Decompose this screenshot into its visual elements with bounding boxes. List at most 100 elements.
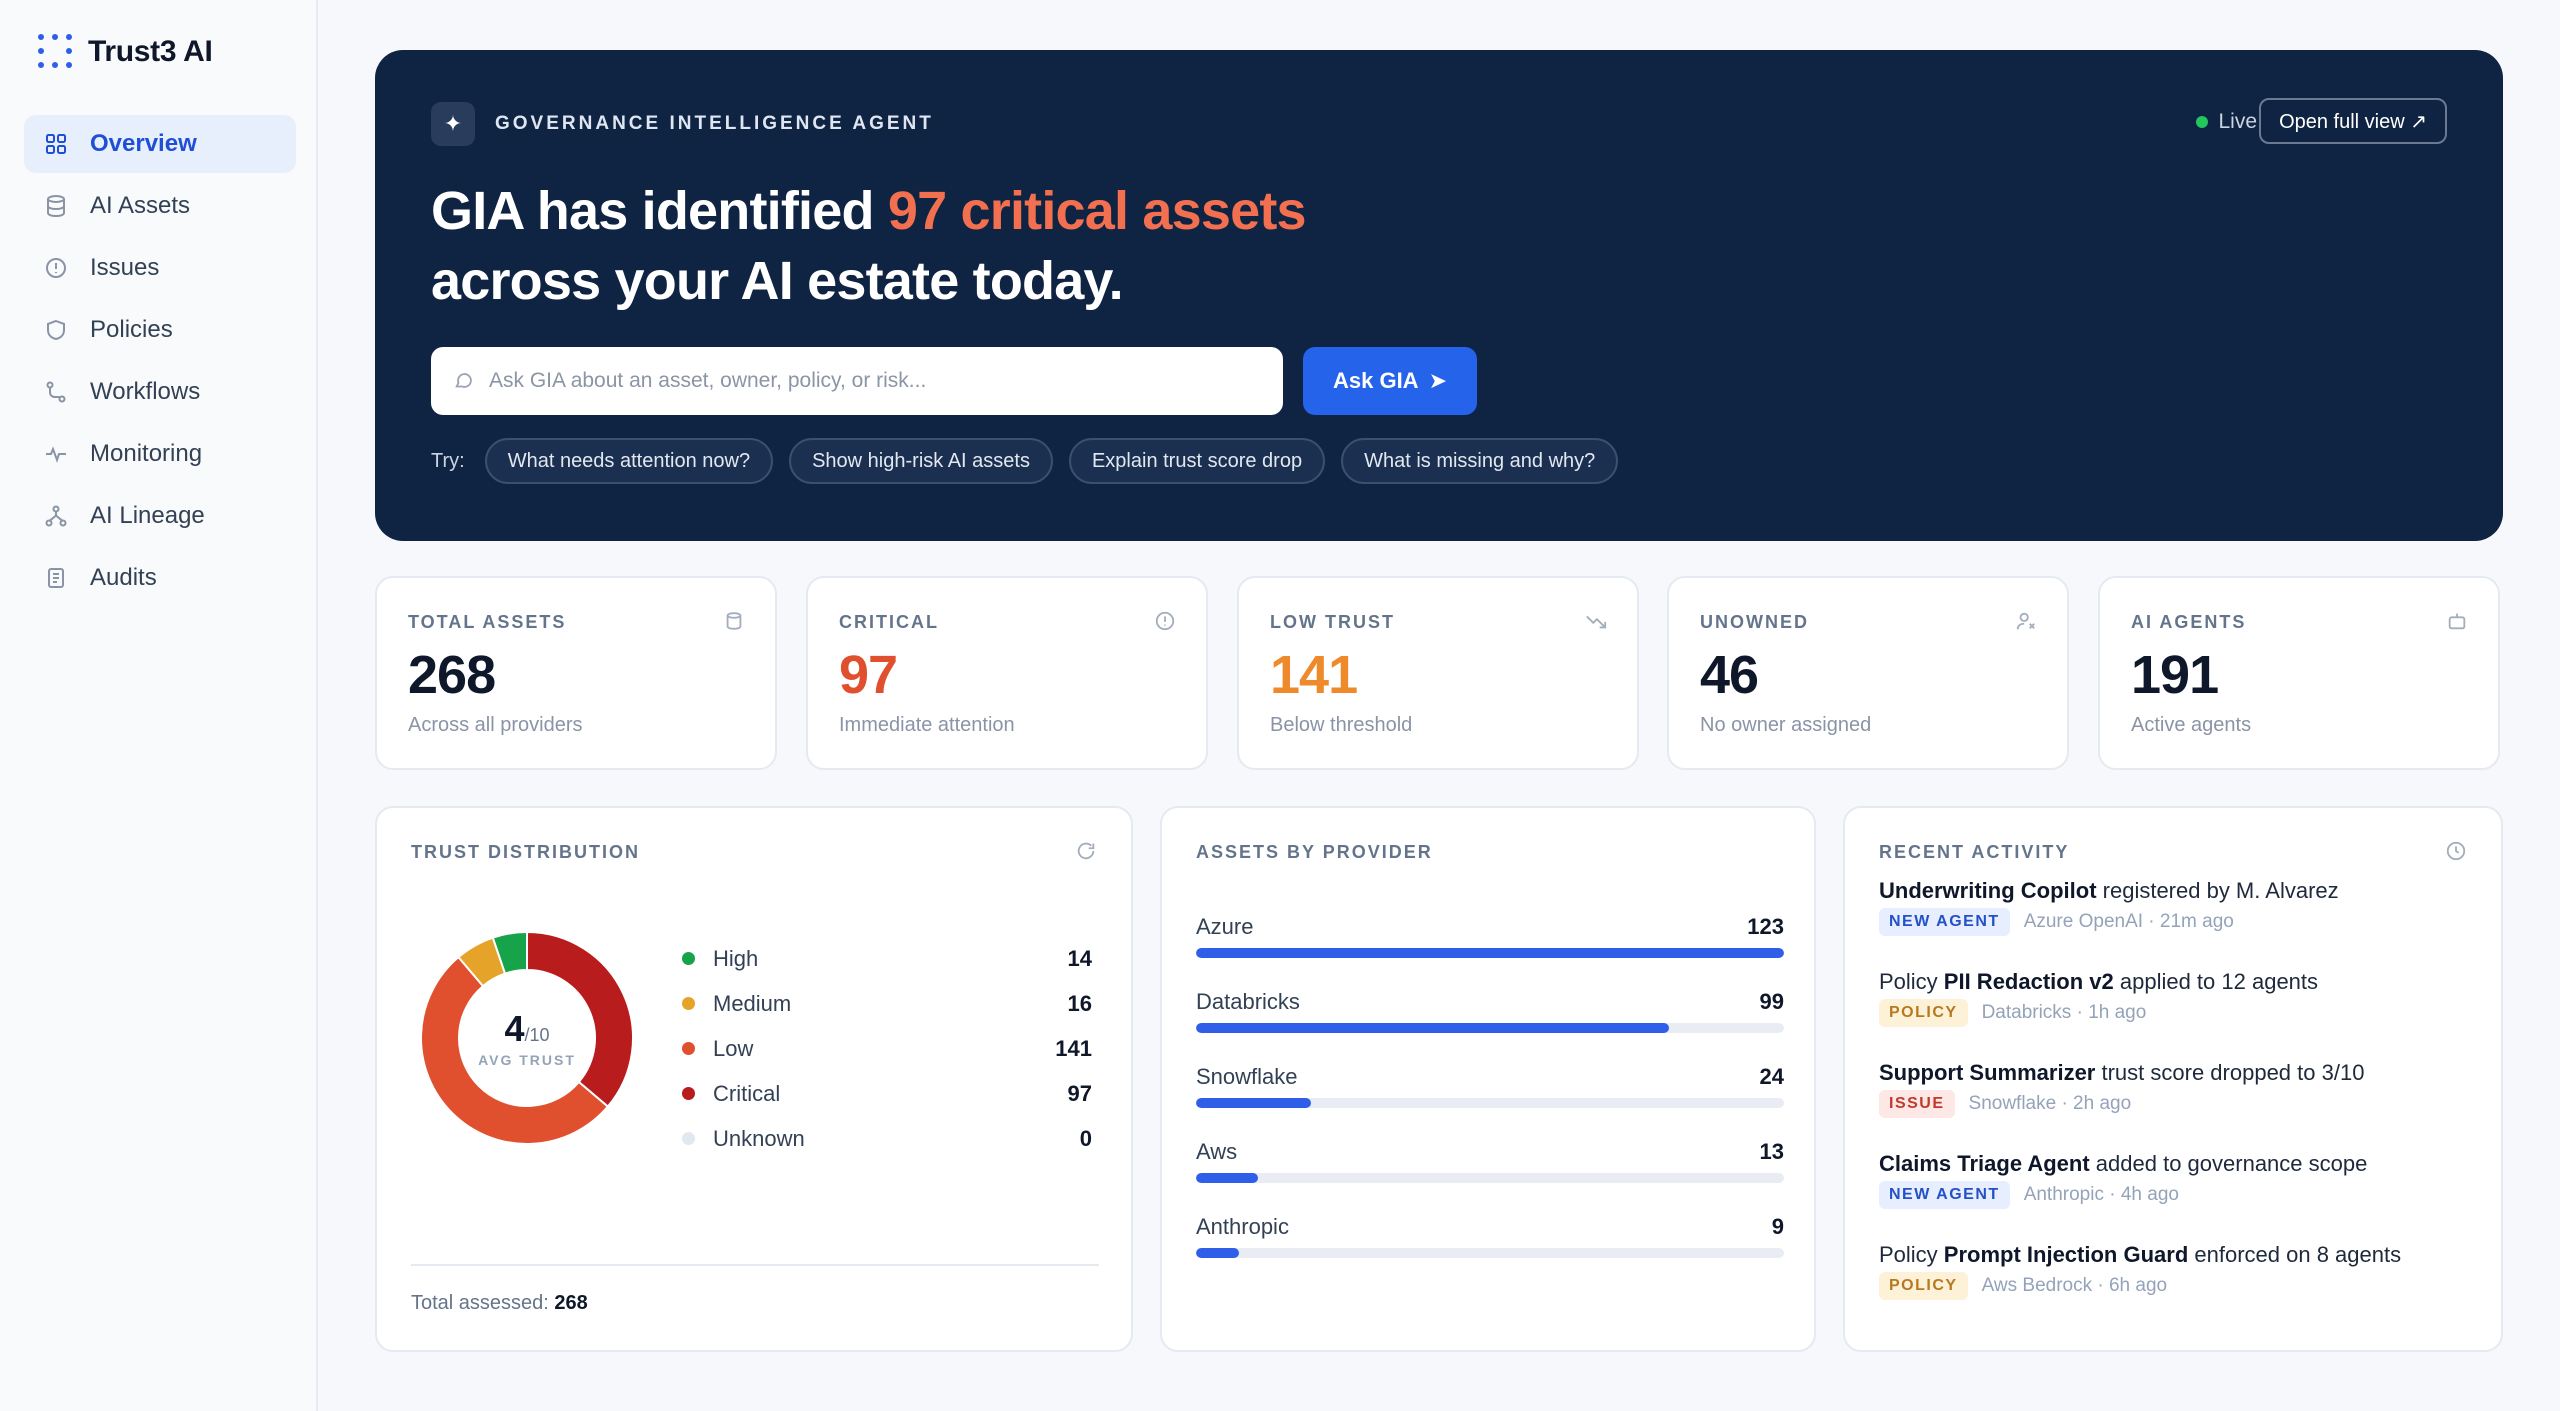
suggestion-chip[interactable]: Explain trust score drop <box>1068 438 1326 484</box>
live-indicator: Live <box>2196 110 2257 134</box>
legend-label: Critical <box>713 1080 781 1106</box>
ask-gia-button[interactable]: Ask GIA ➤ <box>1303 347 1477 415</box>
sidebar-item-policies[interactable]: Policies <box>24 301 296 359</box>
activity-meta: Azure OpenAI · 21m ago <box>2023 911 2234 932</box>
provider-row[interactable]: Aws 13 <box>1196 1139 1784 1214</box>
sidebar-item-audits[interactable]: Audits <box>24 549 296 607</box>
sidebar-item-workflows[interactable]: Workflows <box>24 363 296 421</box>
provider-bar-fill <box>1196 948 1784 958</box>
send-icon: ➤ <box>1428 368 1448 393</box>
legend-dot <box>682 1087 695 1100</box>
activity-badge: POLICY <box>1879 999 1968 1027</box>
suggestion-chip[interactable]: Show high-risk AI assets <box>789 438 1053 484</box>
provider-name: Anthropic <box>1196 1214 1289 1239</box>
legend-item-critical: Critical 97 <box>682 1071 1092 1116</box>
activity-item[interactable]: Claims Triage Agent added to governance … <box>1879 1147 2519 1238</box>
live-label: Live <box>2218 110 2257 133</box>
live-dot-icon <box>2196 116 2209 128</box>
provider-count: 99 <box>1759 989 1784 1014</box>
activity-text: Policy Prompt Injection Guard enforced o… <box>1879 1242 2402 1267</box>
provider-name: Databricks <box>1196 989 1300 1014</box>
stat-label: AI AGENTS <box>2131 612 2247 632</box>
stat-card-total-assets[interactable]: TOTAL ASSETS 268 Across all providers <box>375 576 777 770</box>
sidebar-item-label: Overview <box>90 130 197 157</box>
legend-value: 16 <box>1067 990 1092 1016</box>
refresh-icon[interactable] <box>1075 840 1097 867</box>
provider-row[interactable]: Anthropic 9 <box>1196 1214 1784 1289</box>
card-title: RECENT ACTIVITY <box>1879 842 2070 862</box>
sidebar-item-monitoring[interactable]: Monitoring <box>24 425 296 483</box>
stat-sub: Active agents <box>2131 714 2252 736</box>
activity-badge: NEW AGENT <box>1879 908 2010 936</box>
sidebar-item-ai-assets[interactable]: AI Assets <box>24 177 296 235</box>
legend-dot <box>682 1042 695 1055</box>
provider-bar-fill <box>1196 1023 1670 1033</box>
legend-label: Unknown <box>713 1125 805 1151</box>
provider-row[interactable]: Azure 123 <box>1196 914 1784 989</box>
database-icon <box>723 610 745 632</box>
document-icon <box>44 566 68 590</box>
user-x-icon <box>2015 610 2037 632</box>
provider-count: 123 <box>1747 914 1784 939</box>
shield-icon <box>44 318 68 342</box>
trend-down-icon <box>1585 610 1607 632</box>
stat-card-low-trust[interactable]: LOW TRUST 141 Below threshold <box>1237 576 1639 770</box>
provider-list: Azure 123 Databricks 99 Snowflake 24 Aws 13 … <box>1196 914 1784 1289</box>
provider-row[interactable]: Databricks 99 <box>1196 989 1784 1064</box>
stat-sub: Immediate attention <box>839 714 1015 736</box>
provider-count: 9 <box>1771 1214 1784 1239</box>
sidebar-item-overview[interactable]: Overview <box>24 115 296 173</box>
activity-item[interactable]: Policy Prompt Injection Guard enforced o… <box>1879 1238 2519 1329</box>
stat-sub: No owner assigned <box>1700 714 1872 736</box>
ask-gia-input[interactable] <box>489 369 1269 393</box>
activity-meta: Databricks · 1h ago <box>1981 1002 2147 1023</box>
database-icon <box>44 194 68 218</box>
brand-name: Trust3 AI <box>88 35 213 68</box>
hero-headline: GIA has identified 97 critical assets ac… <box>431 176 1307 316</box>
alert-circle-icon <box>1154 610 1176 632</box>
provider-row[interactable]: Snowflake 24 <box>1196 1064 1784 1139</box>
alert-circle-icon <box>44 256 68 280</box>
legend-label: Medium <box>713 990 792 1016</box>
sidebar-item-label: Policies <box>90 316 173 343</box>
activity-item[interactable]: Support Summarizer trust score dropped t… <box>1879 1056 2519 1147</box>
suggestion-chip[interactable]: What is missing and why? <box>1341 438 1619 484</box>
ask-gia-search[interactable] <box>431 347 1283 415</box>
activity-item[interactable]: Underwriting Copilot registered by M. Al… <box>1879 874 2519 965</box>
stat-card-unowned[interactable]: UNOWNED 46 No owner assigned <box>1667 576 2069 770</box>
activity-meta: Aws Bedrock · 6h ago <box>1981 1275 2168 1296</box>
open-full-view-button[interactable]: Open full view ↗ <box>2259 98 2447 144</box>
sidebar-item-issues[interactable]: Issues <box>24 239 296 297</box>
provider-bar-track <box>1196 1173 1784 1183</box>
sidebar-item-label: Workflows <box>90 378 201 405</box>
activity-text: Support Summarizer trust score dropped t… <box>1879 1060 2365 1085</box>
stat-card-ai-agents[interactable]: AI AGENTS 191 Active agents <box>2098 576 2500 770</box>
provider-name: Snowflake <box>1196 1064 1298 1089</box>
clock-icon <box>2445 840 2467 867</box>
hero-tag-label: GOVERNANCE INTELLIGENCE AGENT <box>495 113 934 134</box>
stat-label: UNOWNED <box>1700 612 1809 632</box>
gia-hero-panel: ✦ GOVERNANCE INTELLIGENCE AGENT Live Ope… <box>375 50 2503 541</box>
card-title: ASSETS BY PROVIDER <box>1196 842 1433 862</box>
sidebar-item-ai-lineage[interactable]: AI Lineage <box>24 487 296 545</box>
brand[interactable]: Trust3 AI <box>38 34 213 70</box>
suggestion-chip[interactable]: What needs attention now? <box>484 438 774 484</box>
legend-value: 14 <box>1067 945 1092 971</box>
activity-badge: ISSUE <box>1879 1090 1955 1118</box>
provider-bar-track <box>1196 1023 1784 1033</box>
stat-card-critical[interactable]: CRITICAL 97 Immediate attention <box>806 576 1208 770</box>
trust-distribution-card: TRUST DISTRIBUTION 4/10 AVG TRUST High 14… <box>375 806 1133 1352</box>
legend-item-low: Low 141 <box>682 1026 1092 1071</box>
sidebar-item-label: Issues <box>90 254 160 281</box>
stat-label: TOTAL ASSETS <box>408 612 567 632</box>
provider-bar-track <box>1196 1248 1784 1258</box>
activity-text: Underwriting Copilot registered by M. Al… <box>1879 878 2339 903</box>
stat-label: CRITICAL <box>839 612 939 632</box>
stat-value: 191 <box>2131 645 2219 705</box>
suggestions-row: Try: What needs attention now? Show high… <box>431 438 1619 484</box>
provider-bar-fill <box>1196 1173 1259 1183</box>
provider-bar-fill <box>1196 1248 1240 1258</box>
bot-icon <box>2446 610 2468 632</box>
activity-item[interactable]: Policy PII Redaction v2 applied to 12 ag… <box>1879 965 2519 1056</box>
provider-bar-track <box>1196 1098 1784 1108</box>
